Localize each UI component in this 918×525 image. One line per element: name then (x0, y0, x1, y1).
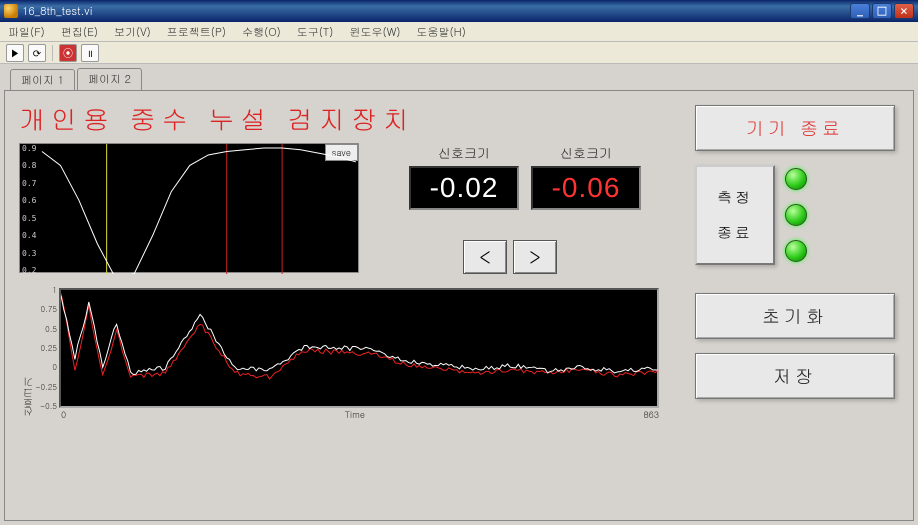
menu-edit[interactable]: 편집(E) (53, 22, 106, 41)
device-exit-button[interactable]: 기기 종료 (695, 105, 895, 151)
menu-operate[interactable]: 수행(O) (234, 22, 289, 41)
toolbar-separator (52, 45, 53, 61)
menu-view[interactable]: 보기(V) (106, 22, 159, 41)
led-3 (785, 240, 807, 262)
menu-window[interactable]: 윈도우(W) (341, 22, 408, 41)
measure-stop-button[interactable]: 측정 종료 (695, 165, 775, 265)
readout-1: 신호크기 -0.02 (409, 143, 519, 210)
minimize-button[interactable]: _ (850, 3, 870, 19)
tab-page2[interactable]: 페이지 2 (77, 68, 142, 90)
led-2 (785, 204, 807, 226)
menu-help[interactable]: 도움말(H) (409, 22, 474, 41)
chart2-yticks: 10.750.50.250-0.25-0.5 (37, 288, 59, 408)
app-icon (4, 4, 18, 18)
save-button[interactable]: 저장 (695, 353, 895, 399)
tabstrip: 페이지 1 페이지 2 (10, 68, 914, 90)
readout-2-value: -0.06 (531, 166, 641, 210)
readout-2-label: 신호크기 (531, 143, 641, 162)
led-1 (785, 168, 807, 190)
run-continuous-button[interactable]: ⟳ (28, 44, 46, 62)
prev-button[interactable]: < (463, 240, 507, 274)
workspace: 페이지 1 페이지 2 개인용 중수 누설 검지장치 save 0.90.80.… (0, 64, 918, 525)
run-button[interactable]: ▶ (6, 44, 24, 62)
abort-button[interactable]: ⦿ (59, 44, 77, 62)
toolbar: ▶ ⟳ ⦿ ॥ (0, 42, 918, 64)
chart2-ylabel: 신호크기 (19, 288, 37, 421)
pause-button[interactable]: ॥ (81, 44, 99, 62)
readout-2: 신호크기 -0.06 (531, 143, 641, 210)
measure-label2: 종료 (717, 222, 753, 243)
close-button[interactable]: × (894, 3, 914, 19)
next-button[interactable]: > (513, 240, 557, 274)
chart-upper[interactable]: save 0.90.80.70.60.50.40.30.2 (19, 143, 359, 273)
main-panel: 개인용 중수 누설 검지장치 save 0.90.80.70.60.50.40.… (4, 90, 914, 521)
reset-button[interactable]: 초기화 (695, 293, 895, 339)
menu-file[interactable]: 파일(F) (0, 22, 53, 41)
window-title: 16_8th_test.vi (22, 4, 850, 19)
mid-column: 신호크기 -0.02 신호크기 -0.06 < > (379, 143, 641, 274)
menu-tools[interactable]: 도구(T) (289, 22, 342, 41)
titlebar: 16_8th_test.vi _ □ × (0, 0, 918, 22)
tab-page1[interactable]: 페이지 1 (10, 69, 75, 91)
menu-project[interactable]: 프로젝트(P) (159, 22, 234, 41)
maximize-button[interactable]: □ (872, 3, 892, 19)
readout-1-value: -0.02 (409, 166, 519, 210)
chart-lower[interactable] (59, 288, 659, 408)
measure-label1: 측정 (717, 187, 753, 208)
readout-1-label: 신호크기 (409, 143, 519, 162)
menubar: 파일(F) 편집(E) 보기(V) 프로젝트(P) 수행(O) 도구(T) 윈도… (0, 22, 918, 42)
